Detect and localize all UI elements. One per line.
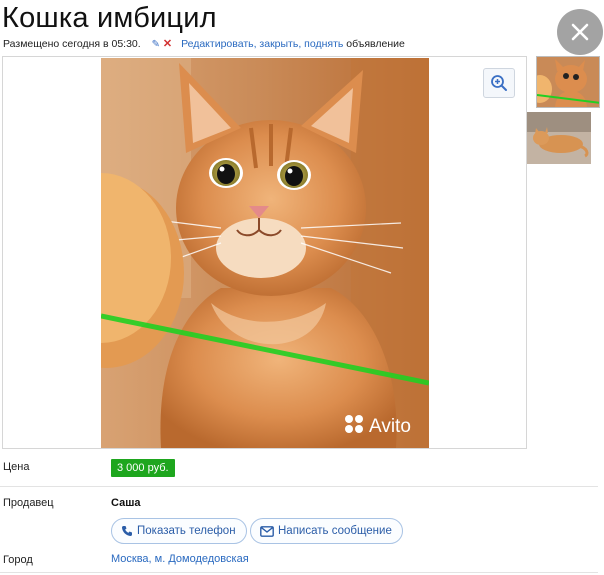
actions-suffix: объявление bbox=[346, 38, 405, 50]
divider-bottom bbox=[0, 572, 598, 573]
price-badge: 3 000 руб. bbox=[111, 459, 175, 477]
seller-name: Саша bbox=[111, 497, 141, 509]
close-icon bbox=[571, 23, 589, 41]
city-label: Город bbox=[3, 554, 33, 566]
envelope-icon bbox=[260, 525, 274, 537]
main-photo-frame: Avito bbox=[2, 56, 527, 449]
divider bbox=[0, 486, 598, 487]
zoom-button[interactable] bbox=[483, 68, 515, 98]
price-label: Цена bbox=[3, 461, 30, 473]
write-message-label: Написать сообщение bbox=[278, 525, 392, 537]
show-phone-label: Показать телефон bbox=[137, 525, 236, 537]
pencil-icon[interactable]: ✎ bbox=[152, 39, 160, 50]
close-button[interactable] bbox=[557, 9, 603, 55]
zoom-in-icon bbox=[491, 75, 507, 91]
thumbnail-1[interactable] bbox=[536, 56, 600, 108]
thumbnail-2[interactable] bbox=[527, 112, 591, 164]
city-link[interactable]: Москва, м. Домодедовская bbox=[111, 553, 249, 565]
main-cat-photo[interactable]: Avito bbox=[101, 58, 429, 448]
delete-icon[interactable]: ✕ bbox=[163, 38, 172, 50]
edit-close-raise-link[interactable]: Редактировать, закрыть, поднять bbox=[181, 38, 343, 50]
phone-icon bbox=[121, 525, 133, 537]
listing-meta: Размещено сегодня в 05:30. ✎ ✕ Редактиро… bbox=[3, 37, 405, 50]
show-phone-button[interactable]: Показать телефон bbox=[111, 518, 247, 544]
watermark-text: Avito bbox=[369, 416, 411, 437]
listing-title: Кошка имбицил bbox=[2, 2, 217, 34]
posted-time: Размещено сегодня в 05:30. bbox=[3, 38, 141, 50]
write-message-button[interactable]: Написать сообщение bbox=[250, 518, 403, 544]
seller-label: Продавец bbox=[3, 497, 54, 509]
